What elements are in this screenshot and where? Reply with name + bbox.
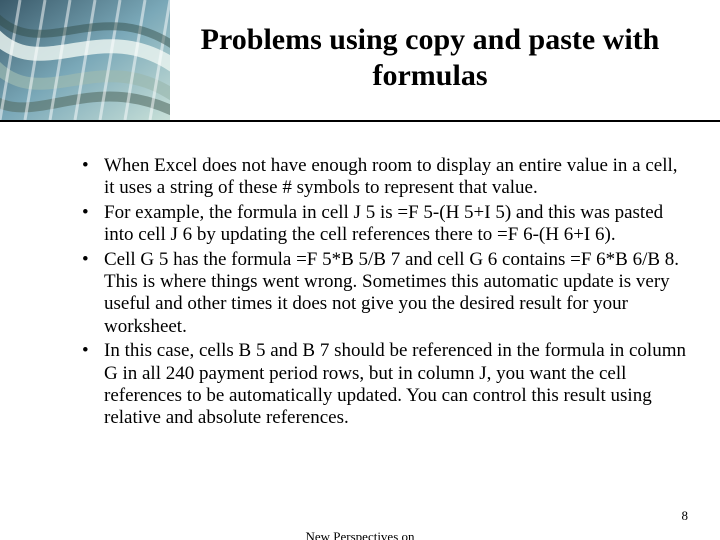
bullet-list: When Excel does not have enough room to … xyxy=(78,155,688,430)
bullet-item: Cell G 5 has the formula =F 5*B 5/B 7 an… xyxy=(78,249,688,339)
bullet-item: When Excel does not have enough room to … xyxy=(78,155,688,200)
slide: Problems using copy and paste with formu… xyxy=(0,0,720,540)
title-rule xyxy=(0,120,720,122)
page-number: 8 xyxy=(682,508,689,524)
footer-text: New Perspectives on Microsoft Office Exc… xyxy=(0,530,720,540)
bullet-item: For example, the formula in cell J 5 is … xyxy=(78,202,688,247)
slide-body: When Excel does not have enough room to … xyxy=(78,155,688,432)
header-decorative-image xyxy=(0,0,170,120)
bullet-item: In this case, cells B 5 and B 7 should b… xyxy=(78,340,688,430)
footer-line1: New Perspectives on xyxy=(305,529,414,540)
slide-title: Problems using copy and paste with formu… xyxy=(160,22,700,94)
